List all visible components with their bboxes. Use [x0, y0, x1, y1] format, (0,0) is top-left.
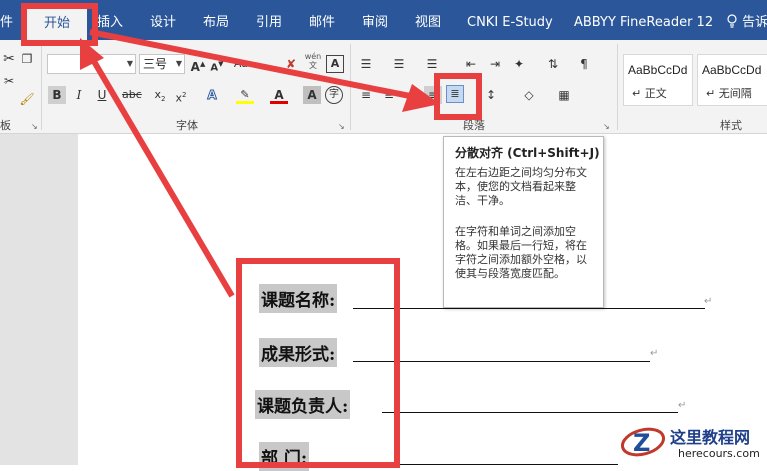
annotation-box-fields: [236, 258, 400, 468]
z-logo-icon: Z: [620, 427, 666, 457]
watermark-cn: 这里教程网: [670, 428, 751, 447]
svg-text:Z: Z: [633, 429, 650, 457]
watermark-url: herecours.com: [678, 447, 760, 460]
watermark: Z 这里教程网 herecours.com: [620, 418, 767, 465]
arrow-to-distributed-button: [89, 29, 421, 101]
annotation-box-home-tab: [21, 3, 98, 46]
arrow-to-home-tab: [89, 56, 235, 298]
annotation-box-distributed-button: [434, 73, 482, 120]
